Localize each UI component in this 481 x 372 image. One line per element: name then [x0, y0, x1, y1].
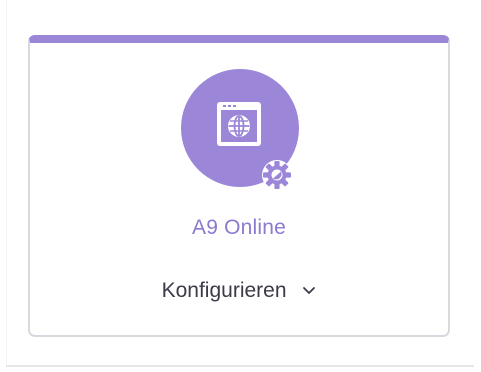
- gear-icon: [262, 160, 292, 190]
- app-card[interactable]: A9 Online Konfigurieren: [28, 35, 450, 337]
- divider: [6, 365, 474, 367]
- configure-label: Konfigurieren: [161, 279, 287, 303]
- configure-dropdown[interactable]: Konfigurieren: [30, 279, 448, 307]
- app-icon: [179, 69, 303, 193]
- chevron-down-icon: [303, 287, 316, 295]
- page: A9 Online Konfigurieren: [0, 0, 481, 372]
- divider: [6, 0, 7, 366]
- app-title: A9 Online: [191, 216, 287, 239]
